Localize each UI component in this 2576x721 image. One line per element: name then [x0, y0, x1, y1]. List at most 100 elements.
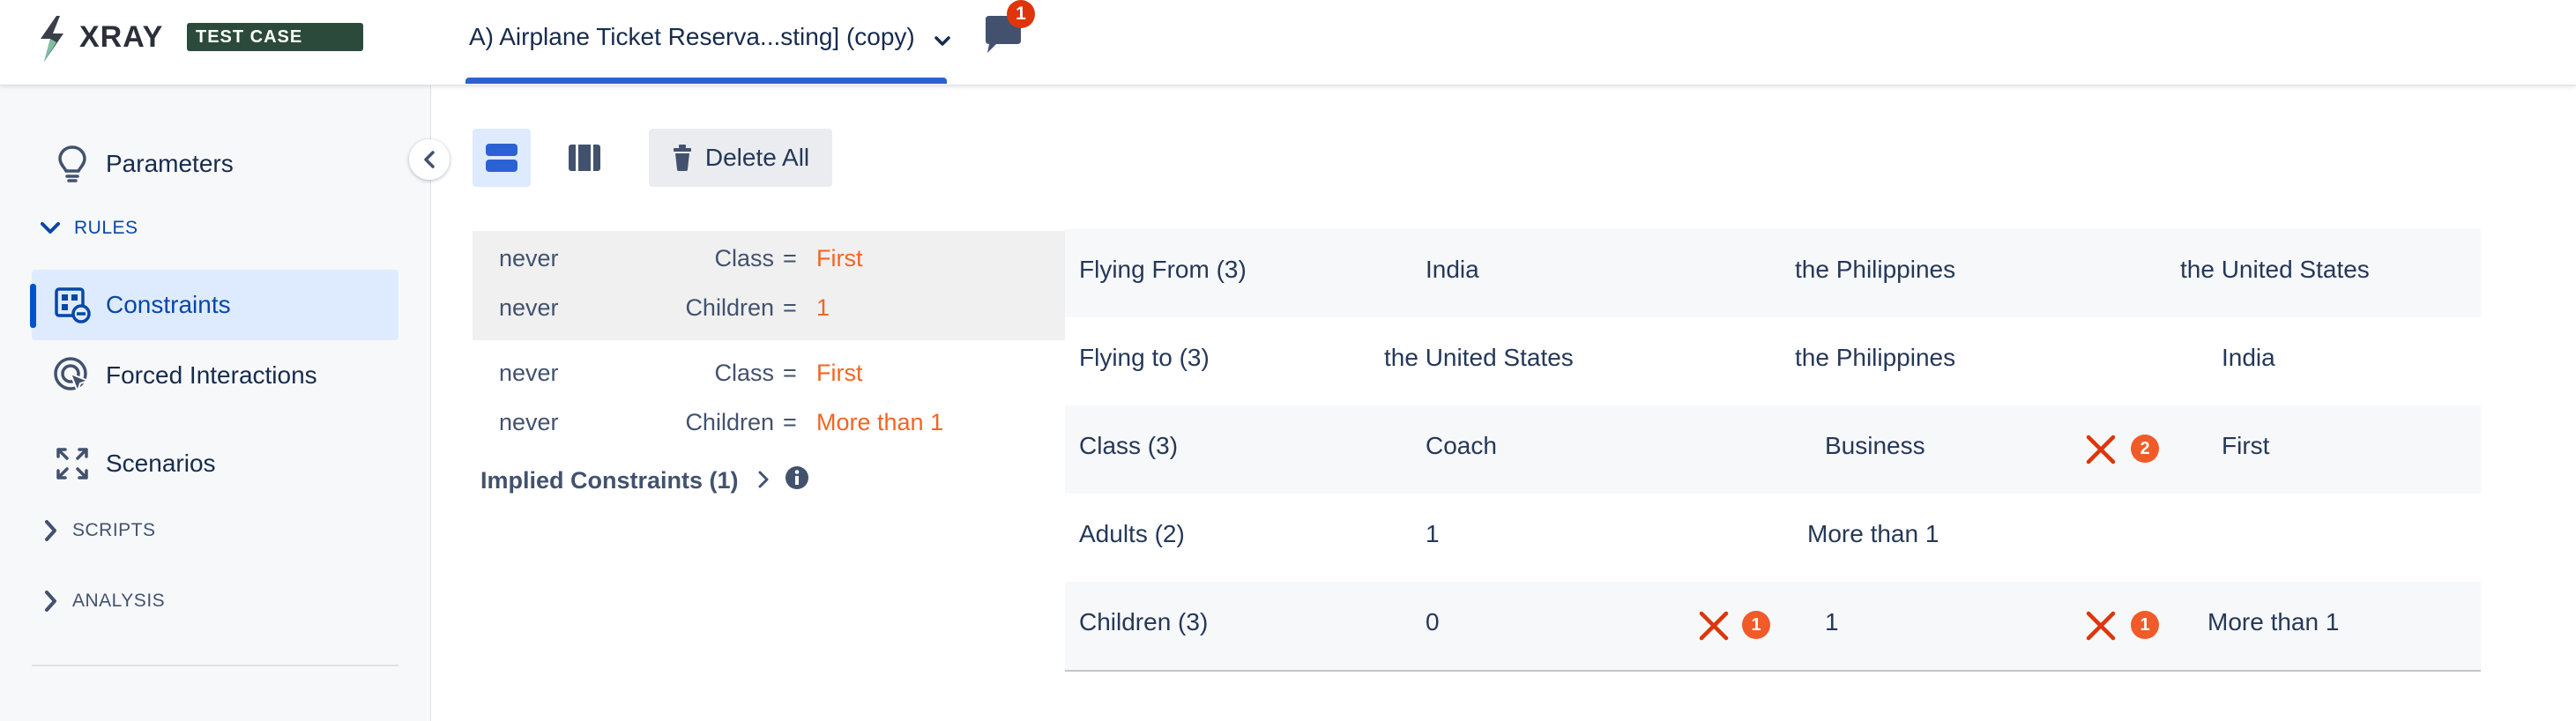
xray-logo[interactable]: XRAY TEST CASE DESIGNER	[37, 12, 363, 75]
sidebar-item-scenarios[interactable]: Scenarios	[32, 428, 398, 499]
notification-badge: 1	[1007, 0, 1035, 28]
parameter-name: Class (3)	[1079, 432, 1179, 459]
constraint-row: never Children = 1	[473, 294, 1065, 330]
parameter-value[interactable]: First	[2222, 432, 2269, 460]
project-title: A) Airplane Ticket Reserva...sting] (cop…	[469, 23, 915, 50]
parameter-name: Flying to (3)	[1079, 344, 1210, 371]
table-bottom-border	[1065, 670, 2481, 672]
constraint-negation: never	[499, 409, 559, 435]
parameter-name: Children (3)	[1079, 608, 1209, 636]
constraint-parameter: Children	[685, 294, 774, 321]
project-selector[interactable]: A) Airplane Ticket Reserva...sting] (cop…	[469, 18, 950, 56]
constraint-row: never Class = First	[473, 360, 1065, 395]
sidebar-item-label: Constraints	[106, 291, 231, 318]
constraint-negation: never	[499, 360, 559, 386]
button-label: Delete All	[704, 144, 810, 171]
column-view-toggle[interactable]	[555, 129, 614, 187]
sidebar-item-label: Parameters	[106, 150, 234, 177]
active-tab-indicator	[465, 78, 947, 84]
sidebar-divider	[32, 665, 398, 666]
parameter-value[interactable]: India	[1426, 256, 1479, 284]
table-row: Adults (2) 1 More than 1	[1065, 494, 2481, 582]
constraint-row: never Class = First	[473, 245, 1065, 280]
collapse-sidebar-button[interactable]	[409, 139, 450, 180]
chevron-right-icon	[758, 467, 769, 494]
conflict-x-icon	[2086, 435, 2116, 465]
top-bar: XRAY TEST CASE DESIGNER A) Airplane Tick…	[0, 0, 2576, 85]
parameter-name: Flying From (3)	[1079, 256, 1247, 283]
row-view-toggle[interactable]	[473, 129, 531, 187]
sidebar-item-forced-interactions[interactable]: Forced Interactions	[32, 340, 398, 411]
parameter-value[interactable]: the United States	[1384, 344, 1574, 372]
parameter-value[interactable]: More than 1	[2207, 608, 2339, 636]
table-row: Flying From (3) India the Philippines th…	[1065, 229, 2481, 317]
constraint-value: More than 1	[816, 409, 944, 435]
sidebar-item-label: Scenarios	[106, 450, 216, 477]
expand-arrows-icon	[48, 446, 97, 481]
constraint-row: never Children = More than 1	[473, 409, 1065, 444]
logo-badge: TEST CASE DESIGNER	[187, 23, 363, 75]
target-cursor-icon	[48, 356, 97, 395]
constraints-icon	[48, 286, 97, 323]
chevron-right-icon	[45, 520, 56, 541]
bolt-logo-icon	[41, 16, 63, 62]
constraint-operator: =	[783, 294, 797, 321]
constraint-parameter: Class	[714, 360, 774, 386]
active-item-indicator	[30, 284, 36, 328]
chevron-down-icon	[934, 19, 950, 58]
constraint-negation: never	[499, 294, 559, 321]
info-icon[interactable]	[785, 465, 809, 496]
table-row: Children (3) 0 1 1 1 More than 1	[1065, 582, 2481, 670]
columns-layout-icon	[569, 145, 600, 171]
parameter-value[interactable]: the United States	[2180, 256, 2370, 284]
parameter-name: Adults (2)	[1079, 520, 1185, 547]
section-label: SCRIPTS	[72, 520, 156, 540]
sidebar: Parameters RULES Constraints Forced Inte…	[0, 85, 431, 721]
section-analysis[interactable]: ANALYSIS	[44, 591, 165, 612]
implied-constraints-toggle[interactable]: Implied Constraints (1)	[480, 465, 809, 496]
table-row: Flying to (3) the United States the Phil…	[1065, 317, 2481, 405]
sidebar-item-constraints[interactable]: Constraints	[32, 270, 398, 340]
trash-icon	[673, 145, 691, 171]
parameter-value[interactable]: India	[2222, 344, 2275, 372]
constraint-value: First	[816, 245, 863, 271]
chevron-left-icon	[424, 151, 435, 168]
constraint-value: First	[816, 360, 863, 386]
constraint-operator: =	[783, 245, 797, 271]
delete-all-button[interactable]: Delete All	[649, 129, 832, 187]
constraint-negation: never	[499, 245, 559, 271]
constraint-card[interactable]: never Class = First never Children = Mor…	[473, 346, 1065, 455]
conflict-x-icon	[2086, 611, 2116, 641]
implied-constraints-label: Implied Constraints (1)	[480, 467, 739, 494]
constraint-count-badge: 1	[2131, 611, 2159, 639]
parameter-value[interactable]: the Philippines	[1795, 344, 1955, 372]
section-label: ANALYSIS	[72, 591, 166, 611]
table-row: Class (3) Coach Business 2 First	[1065, 405, 2481, 494]
rows-layout-icon	[486, 144, 517, 172]
sidebar-item-label: Forced Interactions	[106, 361, 317, 389]
constraint-parameter: Class	[714, 245, 774, 271]
section-label: RULES	[74, 218, 138, 238]
parameter-value[interactable]: 0	[1426, 608, 1440, 636]
parameter-value[interactable]: 1	[1426, 520, 1440, 548]
constraint-operator: =	[783, 360, 797, 386]
logo-text: XRAY	[79, 20, 164, 54]
constraint-count-badge: 1	[1742, 611, 1770, 639]
chevron-right-icon	[45, 591, 56, 612]
section-scripts[interactable]: SCRIPTS	[44, 520, 156, 541]
conflict-x-icon	[1699, 611, 1729, 641]
sidebar-item-parameters[interactable]: Parameters	[32, 129, 398, 199]
parameter-value[interactable]: More than 1	[1807, 520, 1939, 548]
constraint-operator: =	[783, 409, 797, 435]
lightbulb-icon	[48, 145, 97, 183]
parameter-value[interactable]: Coach	[1426, 432, 1497, 460]
parameter-value[interactable]: 1	[1825, 608, 1839, 636]
constraint-parameter: Children	[685, 409, 774, 435]
section-rules[interactable]: RULES	[41, 218, 138, 239]
constraint-value: 1	[816, 294, 830, 321]
parameter-value[interactable]: Business	[1825, 432, 1925, 460]
constraint-card[interactable]: never Class = First never Children = 1	[473, 231, 1065, 340]
constraint-count-badge: 2	[2131, 435, 2159, 463]
chevron-down-icon	[41, 222, 60, 234]
parameter-value[interactable]: the Philippines	[1795, 256, 1955, 284]
